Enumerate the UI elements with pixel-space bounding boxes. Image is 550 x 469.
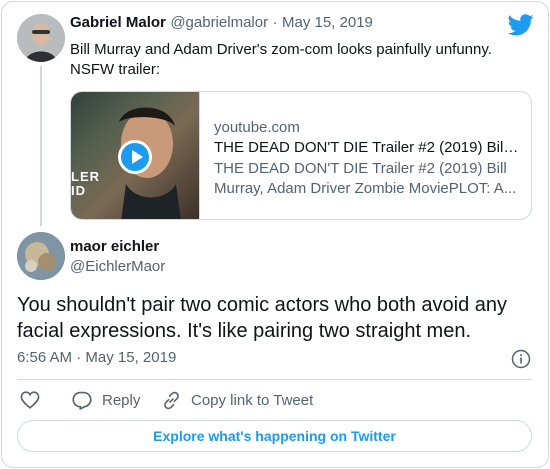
original-tweet-header: Gabriel Malor @gabrielmalor · May 15, 20… [70, 14, 373, 32]
separator: · [272, 14, 278, 31]
thumbnail-caption-line: ID [71, 183, 86, 198]
author-handle[interactable]: @EichlerMaor [70, 256, 370, 278]
like-button[interactable] [20, 390, 50, 410]
link-description: THE DEAD DON'T DIE Trailer #2 (2019) Bil… [214, 160, 517, 197]
author-handle[interactable]: @gabrielmalor [170, 14, 268, 31]
tweet-timestamp[interactable]: 6:56 AM · May 15, 2019 [17, 349, 176, 366]
avatar[interactable] [17, 14, 65, 62]
link-title: THE DEAD DON'T DIE Trailer #2 (2019) Bil… [214, 139, 519, 156]
link-preview-card[interactable]: LER ID youtube.com THE DEAD DON'T DIE Tr… [70, 91, 532, 220]
link-icon [164, 391, 179, 409]
link-domain: youtube.com [214, 119, 300, 136]
reply-tweet-text: You shouldn't pair two comic actors who … [17, 294, 508, 342]
author-name[interactable]: Gabriel Malor [70, 14, 166, 31]
copy-link-button[interactable]: Copy link to Tweet [162, 390, 313, 410]
reply-author: maor eichler @EichlerMaor [70, 238, 370, 278]
reply-button[interactable]: Reply [72, 390, 140, 410]
original-tweet-text: Bill Murray and Adam Driver's zom-com lo… [70, 40, 510, 80]
info-icon[interactable] [511, 349, 531, 369]
thumbnail-caption: LER ID [71, 170, 100, 198]
avatar[interactable] [17, 232, 65, 280]
tweet-text-line: Bill Murray and Adam Driver's zom-com lo… [70, 41, 492, 58]
reply-icon [72, 391, 92, 410]
tweet-date[interactable]: May 15, 2019 [85, 349, 176, 366]
reply-label: Reply [102, 391, 141, 409]
twitter-logo[interactable] [508, 14, 534, 36]
copy-link-label: Copy link to Tweet [191, 391, 314, 409]
tweet-time[interactable]: 6:56 AM [17, 349, 72, 366]
thread-line [40, 66, 42, 226]
tweet-date[interactable]: May 15, 2019 [282, 14, 373, 31]
play-icon[interactable] [118, 140, 152, 174]
divider [17, 379, 532, 380]
thumbnail-caption-line: LER [71, 169, 100, 184]
heart-icon [20, 391, 40, 409]
separator: · [76, 349, 82, 366]
tweet-text-line: NSFW trailer: [70, 61, 160, 78]
author-name[interactable]: maor eichler [70, 238, 370, 256]
video-thumbnail[interactable]: LER ID [71, 92, 200, 219]
explore-button[interactable]: Explore what's happening on Twitter [17, 420, 532, 452]
